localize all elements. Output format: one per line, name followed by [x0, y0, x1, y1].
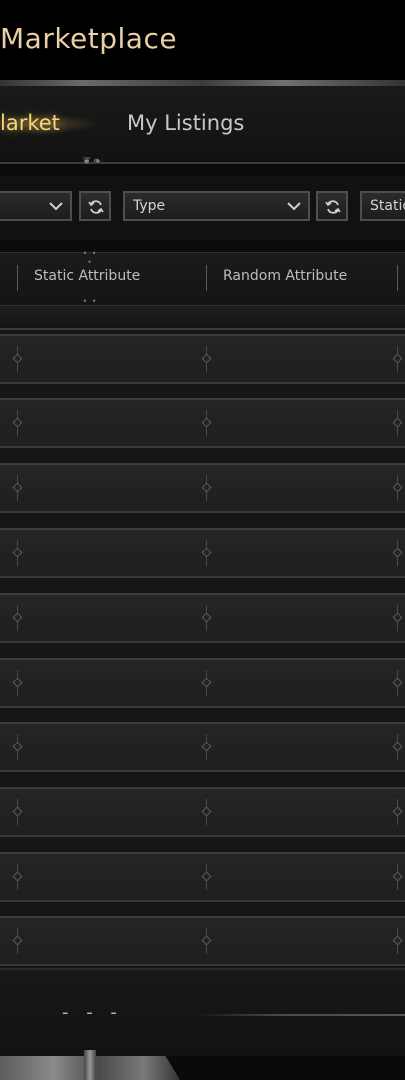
row-divider [397, 410, 398, 436]
table-row[interactable] [0, 528, 405, 578]
window-title: Marketplace [0, 22, 178, 55]
type-select[interactable]: Type [123, 191, 310, 221]
row-divider [17, 346, 18, 372]
type-select-value: Type [133, 198, 166, 214]
static-select[interactable]: Static [360, 191, 405, 221]
table-footer: - - - [0, 968, 405, 1058]
table-row[interactable] [0, 852, 405, 902]
row-divider [397, 475, 398, 501]
row-divider [17, 799, 18, 825]
column-header-random-attribute[interactable]: Random Attribute [223, 268, 347, 284]
row-divider [17, 734, 18, 760]
static-select-value: Static [370, 198, 405, 214]
bottom-frame-ornament [0, 1050, 405, 1080]
table-row[interactable] [0, 722, 405, 772]
chevron-down-icon [49, 202, 63, 211]
refresh-button-1[interactable] [79, 191, 111, 221]
row-divider [397, 864, 398, 890]
row-divider [17, 928, 18, 954]
row-divider [206, 734, 207, 760]
row-divider [206, 864, 207, 890]
title-bar: Marketplace [0, 0, 405, 80]
filter-bar: Type Static [0, 176, 405, 240]
row-divider [206, 346, 207, 372]
row-divider [206, 670, 207, 696]
table-top-band [0, 306, 405, 330]
marketplace-screen: Marketplace larket My Listings ❦❧ Type S… [0, 0, 405, 1080]
tab-market[interactable]: larket [0, 106, 60, 140]
table-row[interactable] [0, 916, 405, 966]
row-divider [206, 410, 207, 436]
column-divider [206, 265, 207, 291]
table-row[interactable] [0, 658, 405, 708]
row-divider [397, 928, 398, 954]
row-divider [397, 605, 398, 631]
table-row[interactable] [0, 398, 405, 448]
pillar-ornament-icon [84, 1050, 96, 1080]
table-header: • • • Static Attribute Random Attribute … [0, 249, 405, 315]
row-divider [17, 864, 18, 890]
table-row[interactable] [0, 593, 405, 643]
tab-bar: larket My Listings ❦❧ [0, 86, 405, 167]
row-divider [397, 799, 398, 825]
row-divider [206, 928, 207, 954]
row-divider [17, 670, 18, 696]
row-divider [206, 799, 207, 825]
row-divider [17, 605, 18, 631]
chevron-down-icon [287, 202, 301, 211]
footer-divider-line [196, 1014, 405, 1016]
row-divider [206, 605, 207, 631]
tab-ornament-icon: ❦❧ [82, 156, 104, 167]
row-divider [397, 670, 398, 696]
row-divider [17, 475, 18, 501]
pagination-indicator: - - - [62, 1002, 123, 1023]
row-divider [17, 540, 18, 566]
table-row[interactable] [0, 787, 405, 837]
filter-select-1[interactable] [0, 191, 72, 221]
column-header-static-attribute[interactable]: Static Attribute [34, 268, 140, 284]
refresh-icon [325, 200, 341, 214]
header-ornament-top: • • • [82, 249, 98, 267]
refresh-icon [88, 200, 104, 214]
refresh-button-2[interactable] [316, 191, 348, 221]
row-divider [397, 734, 398, 760]
column-divider [17, 265, 18, 291]
row-divider [206, 540, 207, 566]
column-divider [397, 265, 398, 291]
row-divider [206, 475, 207, 501]
table-row[interactable] [0, 334, 405, 384]
table-row[interactable] [0, 463, 405, 513]
row-divider [397, 540, 398, 566]
tab-my-listings[interactable]: My Listings [127, 106, 244, 140]
row-divider [397, 346, 398, 372]
row-divider [17, 410, 18, 436]
